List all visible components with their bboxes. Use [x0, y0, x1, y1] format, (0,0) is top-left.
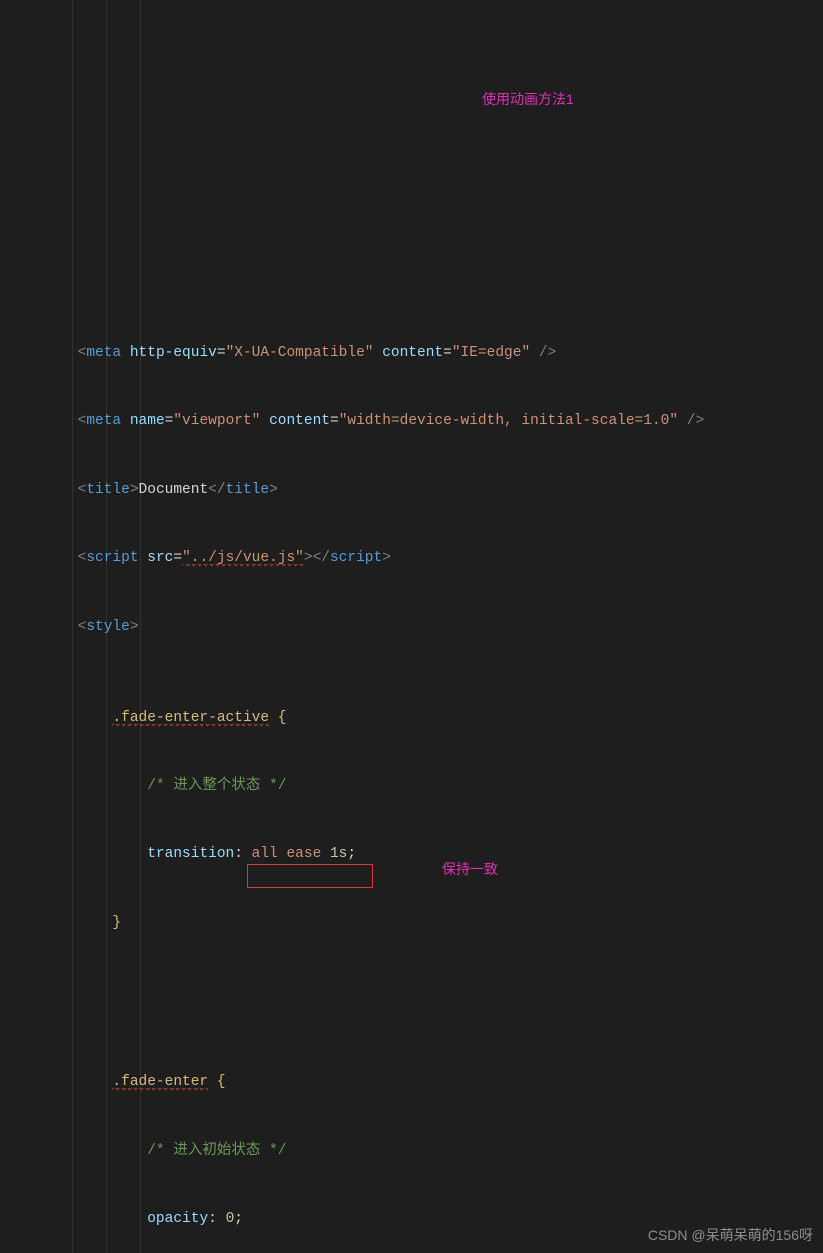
code-line[interactable]: transition: all ease 1s; — [0, 843, 823, 866]
code-line[interactable] — [0, 980, 823, 1003]
code-editor[interactable]: 使用动画方法1 保持一致 CSDN @呆萌呆萌的156呀 <meta http-… — [0, 0, 823, 1253]
code-line[interactable]: opacity: 0; — [0, 1208, 823, 1231]
code-line[interactable]: .fade-enter { — [0, 1071, 823, 1094]
code-line[interactable]: <style> — [0, 616, 823, 639]
code-line[interactable]: .fade-enter-active { — [0, 707, 823, 730]
code-line[interactable]: /* 进入初始状态 */ — [0, 1140, 823, 1163]
code-line[interactable]: <meta http-equiv="X-UA-Compatible" conte… — [0, 342, 823, 365]
highlight-box — [247, 864, 373, 888]
code-line[interactable]: <meta name="viewport" content="width=dev… — [0, 410, 823, 433]
code-line[interactable]: /* 进入整个状态 */ — [0, 775, 823, 798]
code-line[interactable]: } — [0, 912, 823, 935]
annotation-top: 使用动画方法1 — [482, 88, 574, 111]
code-line[interactable]: <script src="../js/vue.js"></script> — [0, 547, 823, 570]
code-line[interactable]: <title>Document</title> — [0, 479, 823, 502]
